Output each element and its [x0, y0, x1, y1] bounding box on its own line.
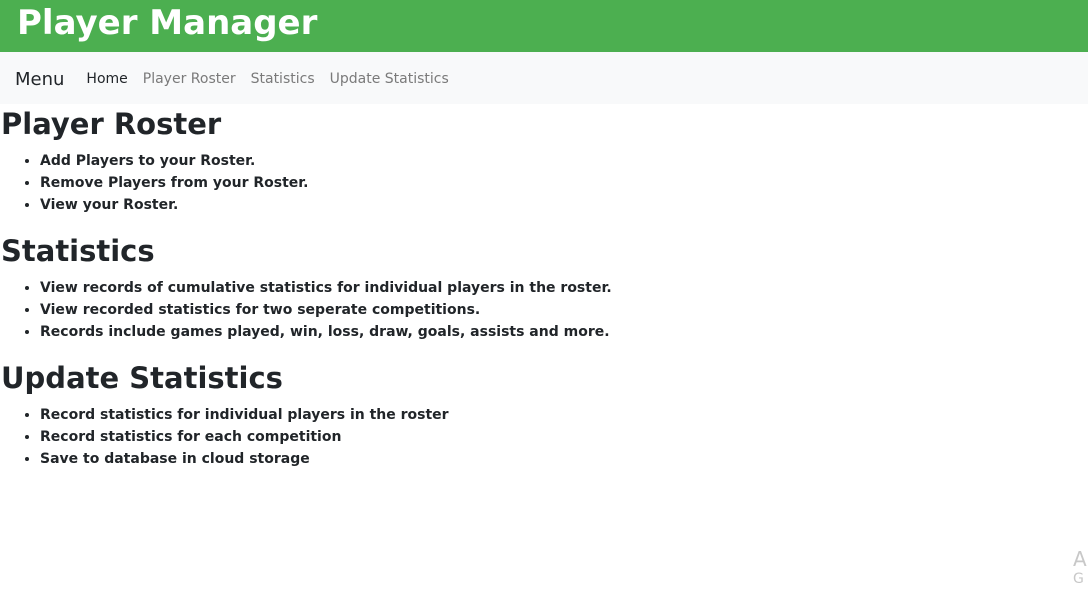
app-header: Player Manager — [0, 0, 1088, 52]
nav-link-home[interactable]: Home — [86, 71, 127, 87]
watermark-line: G — [1073, 571, 1084, 587]
list-item: View recorded statistics for two seperat… — [40, 299, 1088, 321]
list-item: View records of cumulative statistics fo… — [40, 277, 1088, 299]
nav-link-update-statistics[interactable]: Update Statistics — [330, 71, 449, 87]
section-update-statistics: Update Statistics Record statistics for … — [1, 364, 1088, 470]
list-item: Remove Players from your Roster. — [40, 172, 1088, 194]
section-statistics: Statistics View records of cumulative st… — [1, 237, 1088, 343]
section-player-roster: Player Roster Add Players to your Roster… — [1, 104, 1088, 216]
feature-list: View records of cumulative statistics fo… — [1, 277, 1088, 343]
navbar: Menu Home Player Roster Statistics Updat… — [0, 52, 1088, 104]
list-item: Records include games played, win, loss,… — [40, 321, 1088, 343]
app-title: Player Manager — [17, 3, 318, 43]
main-content: Player Roster Add Players to your Roster… — [0, 104, 1088, 470]
section-heading: Statistics — [1, 234, 155, 268]
feature-list: Record statistics for individual players… — [1, 404, 1088, 470]
list-item: View your Roster. — [40, 194, 1088, 216]
nav-link-player-roster[interactable]: Player Roster — [143, 71, 236, 87]
list-item: Record statistics for each competition — [40, 426, 1088, 448]
navbar-brand[interactable]: Menu — [15, 69, 64, 90]
list-item: Record statistics for individual players… — [40, 404, 1088, 426]
section-heading: Player Roster — [1, 107, 222, 141]
section-heading: Update Statistics — [1, 361, 283, 395]
activation-watermark: A G — [1073, 548, 1088, 588]
watermark-line: A — [1073, 548, 1087, 571]
list-item: Save to database in cloud storage — [40, 448, 1088, 470]
feature-list: Add Players to your Roster. Remove Playe… — [1, 150, 1088, 216]
nav-link-statistics[interactable]: Statistics — [251, 71, 315, 87]
list-item: Add Players to your Roster. — [40, 150, 1088, 172]
